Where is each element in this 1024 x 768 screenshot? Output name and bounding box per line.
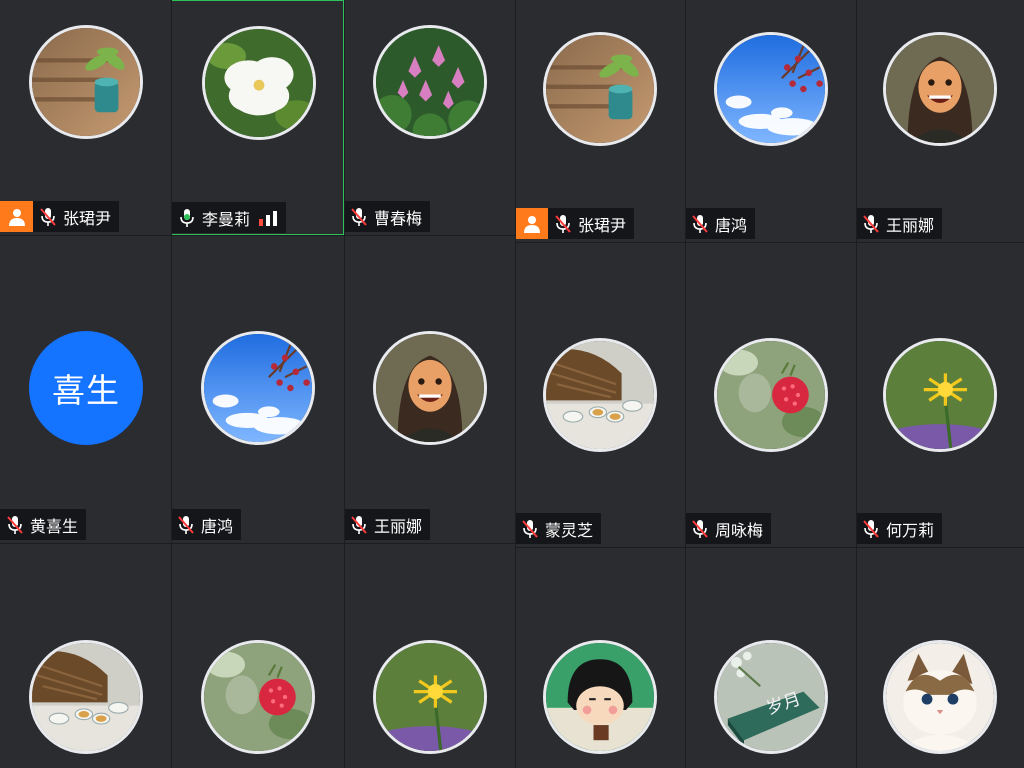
participant-tile[interactable]: 岁月 [685,547,856,768]
participant-namebar: 何万莉 [856,513,943,544]
nameplate: 曹春梅 [344,201,431,232]
avatar-raspberry [714,338,828,452]
mic-muted-icon [862,519,880,539]
participant-namebar: 周咏梅 [685,513,772,544]
nameplate: 张珺尹 [548,208,635,239]
participant-tile[interactable]: 蒙灵芝 [515,242,685,547]
host-person-icon [0,201,33,232]
participant-namebar: 王丽娜 [856,208,943,239]
mic-muted-icon [554,214,572,234]
mic-muted-icon [521,519,539,539]
mic-muted-icon [862,214,880,234]
avatar-cartoon-portrait [883,32,997,146]
avatar-ragdoll-cat [883,640,997,754]
participant-tile[interactable] [344,543,515,768]
participant-namebar: 曹春梅 [344,201,431,232]
grid-divider [515,547,1024,548]
avatar-white-flower [202,26,316,140]
nameplate: 周咏梅 [685,513,772,544]
avatar-sky-branch [714,32,828,146]
avatar-potted-plant [29,25,143,139]
avatar-cartoon-portrait [373,331,487,445]
participant-tile[interactable] [0,543,171,768]
mic-muted-icon [350,515,368,535]
mic-muted-icon [691,214,709,234]
grid-divider [0,235,515,236]
text-avatar: 喜生 [29,331,143,445]
participant-tile[interactable]: 喜生 黄喜生 [0,235,171,543]
host-person-icon [515,208,548,239]
avatar-potted-plant [543,32,657,146]
grid-divider [171,0,172,768]
nameplate: 张珺尹 [33,201,120,232]
participant-grid: 张珺尹 李曼莉 曹春梅 张珺尹 唐鸿 王丽娜 喜生 黄喜生 唐鸿 王丽娜 蒙灵芝… [0,0,1024,768]
participant-name: 李曼莉 [202,209,251,229]
mic-icon [178,208,196,228]
nameplate: 蒙灵芝 [515,513,602,544]
avatar-dandelion [373,640,487,754]
participant-namebar: 张珺尹 [0,201,120,232]
participant-namebar: 李曼莉 [172,202,287,233]
participant-name: 何万莉 [886,520,935,540]
participant-name: 张珺尹 [578,215,627,235]
avatar-tea-set [29,640,143,754]
avatar-initials: 喜生 [52,371,120,410]
mic-muted-icon [177,515,195,535]
participant-tile[interactable]: 张珺尹 [0,0,171,235]
participant-tile[interactable]: 曹春梅 [344,0,515,235]
participant-name: 张珺尹 [63,208,112,228]
participant-namebar: 唐鸿 [685,208,756,239]
mic-muted-icon [6,515,24,535]
participant-name: 黄喜生 [30,516,79,536]
avatar-raspberry [201,640,315,754]
participant-name: 蒙灵芝 [545,520,594,540]
participant-tile[interactable]: 王丽娜 [856,0,1024,242]
grid-divider [856,0,857,768]
mic-muted-icon [39,207,57,227]
participant-name: 周咏梅 [715,520,764,540]
participant-name: 王丽娜 [374,516,423,536]
nameplate: 何万莉 [856,513,943,544]
nameplate: 黄喜生 [0,509,87,540]
participant-name: 曹春梅 [374,208,423,228]
nameplate: 唐鸿 [685,208,756,239]
participant-tile[interactable] [515,547,685,768]
grid-divider [0,543,515,544]
participant-namebar: 蒙灵芝 [515,513,602,544]
grid-divider [344,0,345,768]
participant-tile[interactable]: 李曼莉 [171,0,344,235]
nameplate: 王丽娜 [344,509,431,540]
participant-tile[interactable]: 唐鸿 [685,0,856,242]
nameplate: 王丽娜 [856,208,943,239]
avatar-dandelion [883,338,997,452]
participant-tile[interactable]: 周咏梅 [685,242,856,547]
participant-tile[interactable]: 张珺尹 [515,0,685,242]
participant-tile[interactable] [856,547,1024,768]
participant-name: 唐鸿 [201,516,234,536]
avatar-cartoon-girl [543,640,657,754]
participant-namebar: 黄喜生 [0,509,87,540]
grid-divider [515,0,516,768]
participant-tile[interactable] [171,543,344,768]
participant-tile[interactable]: 唐鸿 [171,235,344,543]
avatar-sky-branch [201,331,315,445]
participant-namebar: 王丽娜 [344,509,431,540]
participant-namebar: 唐鸿 [171,509,242,540]
grid-divider [515,242,1024,243]
participant-tile[interactable]: 王丽娜 [344,235,515,543]
participant-tile[interactable]: 何万莉 [856,242,1024,547]
participant-name: 唐鸿 [715,215,748,235]
participant-name: 王丽娜 [886,215,935,235]
nameplate: 唐鸿 [171,509,242,540]
mic-muted-icon [350,207,368,227]
participant-namebar: 张珺尹 [515,208,635,239]
mic-muted-icon [691,519,709,539]
avatar-tea-set [543,338,657,452]
avatar-book-suiyue: 岁月 [714,640,828,754]
avatar-lotus [373,25,487,139]
grid-divider [685,0,686,768]
signal-strength-icon [258,209,278,227]
nameplate: 李曼莉 [172,202,287,233]
